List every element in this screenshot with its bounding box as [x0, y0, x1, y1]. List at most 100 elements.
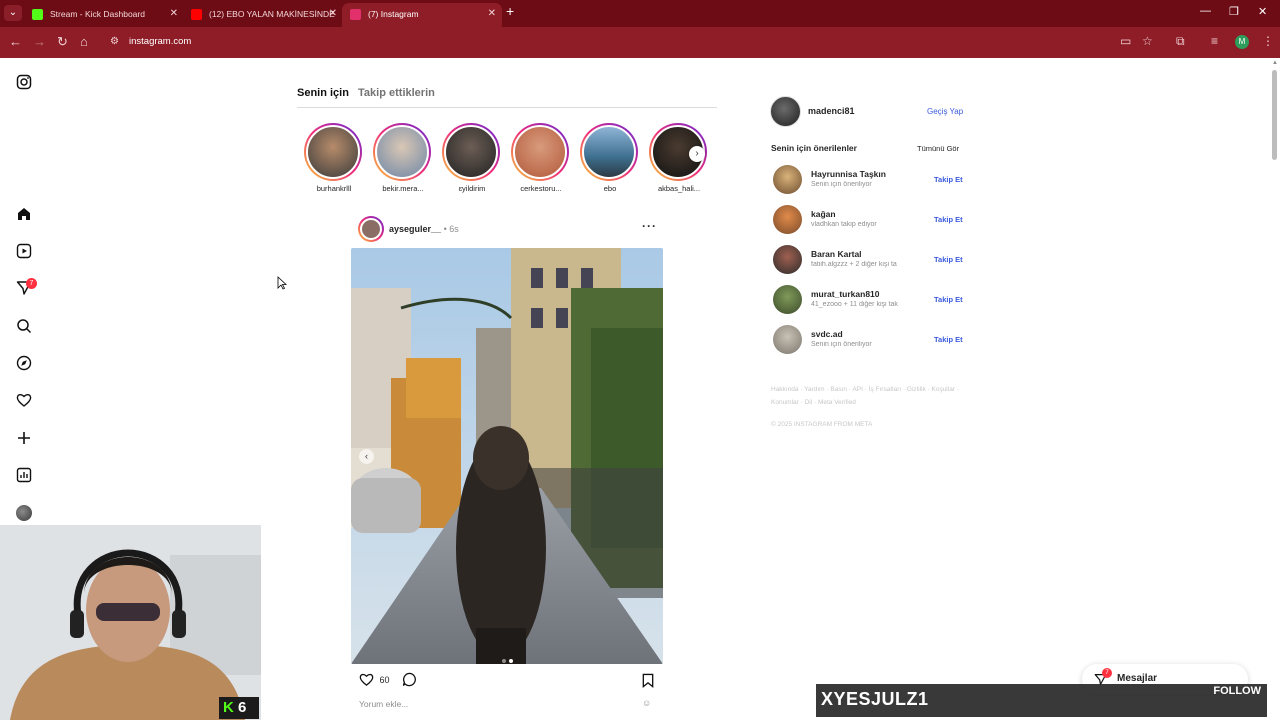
- save-bookmark-icon[interactable]: [641, 673, 655, 688]
- post-header: ayseguler__ • 6s: [389, 224, 459, 234]
- tab-for-you[interactable]: Senin için: [297, 87, 349, 99]
- post-username[interactable]: ayseguler__: [389, 224, 441, 234]
- tab-youtube[interactable]: (12) EBO YALAN MAKİNESİNDE ✕: [183, 3, 343, 27]
- reload-icon[interactable]: ↻: [57, 34, 68, 50]
- viewer-count: 6: [238, 699, 247, 716]
- chevron-left-icon[interactable]: ‹: [359, 449, 374, 464]
- forward-icon[interactable]: →: [33, 34, 46, 49]
- story-username: ɛyildirim: [458, 184, 486, 193]
- suggestion-item: svdc.ad Senin için öneriliyor Takip Et: [773, 325, 968, 355]
- copyright: © 2025 INSTAGRAM FROM META: [771, 421, 873, 428]
- suggestion-name[interactable]: svdc.ad: [811, 329, 843, 339]
- tab-title: Stream - Kick Dashboard: [50, 9, 145, 19]
- menu-kebab-icon[interactable]: ⋮: [1262, 34, 1274, 48]
- like-heart-icon[interactable]: [359, 672, 374, 687]
- close-tab-icon[interactable]: ✕: [488, 3, 496, 25]
- follow-button[interactable]: Takip Et: [934, 255, 963, 264]
- more-options-icon[interactable]: ···: [642, 219, 657, 233]
- scrollbar-thumb[interactable]: [1272, 70, 1277, 160]
- tab-instagram[interactable]: (7) Instagram ✕: [342, 3, 502, 27]
- explore-icon[interactable]: [16, 355, 32, 371]
- avatar[interactable]: [773, 165, 802, 194]
- suggestion-item: Hayrunnisa Taşkın Senin için öneriliyor …: [773, 165, 968, 195]
- see-all-link[interactable]: Tümünü Gör: [917, 144, 959, 153]
- feed-tabs: Senin için Takip ettiklerin: [297, 87, 441, 99]
- chevron-right-icon[interactable]: ›: [689, 146, 705, 162]
- media-control-icon[interactable]: ≡: [1211, 34, 1218, 48]
- url-input[interactable]: instagram.com: [129, 36, 191, 47]
- story-username: ebo: [603, 184, 617, 193]
- avatar[interactable]: [773, 245, 802, 274]
- suggestion-name[interactable]: kağan: [811, 209, 836, 219]
- address-bar: ← → ↻ ⌂ ⚙ instagram.com ▭ ☆ ⧉ ≡ M ⋮: [0, 27, 1280, 58]
- avatar[interactable]: [773, 325, 802, 354]
- story-item[interactable]: cerkestoru...: [511, 123, 571, 193]
- youtube-favicon-icon: [191, 9, 202, 20]
- story-item[interactable]: ɛyildirim: [442, 123, 502, 193]
- reels-icon[interactable]: [16, 243, 32, 259]
- back-icon[interactable]: ←: [9, 34, 22, 49]
- close-window-icon[interactable]: ✕: [1258, 5, 1267, 18]
- story-username: bekir.mera...: [382, 184, 424, 193]
- current-user-avatar[interactable]: [770, 96, 801, 127]
- scroll-up-icon[interactable]: ▲: [1272, 60, 1278, 66]
- restore-icon[interactable]: ❐: [1229, 5, 1239, 18]
- install-app-icon[interactable]: ▭: [1120, 34, 1131, 48]
- current-username[interactable]: madenci81: [808, 106, 855, 116]
- tab-following[interactable]: Takip ettiklerin: [358, 87, 435, 99]
- story-item[interactable]: bekir.mera...: [373, 123, 433, 193]
- close-tab-icon[interactable]: ✕: [170, 3, 178, 25]
- post-actions: 60: [359, 672, 417, 687]
- suggestions-title: Senin için önerilenler: [771, 143, 857, 153]
- tab-search-button[interactable]: ⌄: [4, 5, 22, 21]
- suggestion-name[interactable]: murat_turkan810: [811, 289, 880, 299]
- extensions-icon[interactable]: ⧉: [1176, 34, 1185, 49]
- home-icon[interactable]: [16, 206, 32, 222]
- kick-favicon-icon: [32, 9, 43, 20]
- emoji-icon[interactable]: ☺: [642, 698, 651, 708]
- search-icon[interactable]: [16, 318, 32, 334]
- story-item[interactable]: burhankrlll: [304, 123, 364, 193]
- minimize-icon[interactable]: —: [1200, 5, 1211, 17]
- switch-account-link[interactable]: Geçiş Yap: [927, 107, 963, 116]
- tab-kick-dashboard[interactable]: Stream - Kick Dashboard ✕: [24, 3, 184, 27]
- suggestion-subtitle: fatiih.algzzz + 2 diğer kişi ta: [811, 261, 897, 268]
- post-author-avatar[interactable]: [358, 216, 384, 242]
- follow-button[interactable]: Takip Et: [934, 175, 963, 184]
- comment-icon[interactable]: [402, 672, 417, 687]
- story-item[interactable]: ebo: [580, 123, 640, 193]
- close-tab-icon[interactable]: ✕: [329, 3, 337, 25]
- story-username: akbas_hali...: [657, 184, 701, 193]
- suggestion-name[interactable]: Hayrunnisa Taşkın: [811, 169, 886, 179]
- suggestion-name[interactable]: Baran Kartal: [811, 249, 862, 259]
- new-tab-icon[interactable]: +: [506, 3, 514, 19]
- comment-input[interactable]: Yorum ekle...: [359, 699, 408, 709]
- follow-button[interactable]: Takip Et: [934, 295, 963, 304]
- post-time[interactable]: 6s: [449, 224, 459, 234]
- bookmark-star-icon[interactable]: ☆: [1142, 34, 1153, 48]
- follower-alert: XYESJULZ1 FOLLOW: [816, 684, 1267, 717]
- profile-avatar[interactable]: M: [1235, 35, 1249, 49]
- footer-links[interactable]: Hakkında · Yardım · Basın · API · İş Fır…: [771, 383, 966, 409]
- dashboard-icon[interactable]: [16, 467, 32, 483]
- carousel-dots: [502, 650, 516, 668]
- like-count[interactable]: 60: [380, 675, 390, 685]
- tab-title: (7) Instagram: [368, 9, 419, 19]
- story-username: burhankrlll: [316, 184, 352, 193]
- kick-viewer-badge: K 6: [219, 697, 259, 719]
- follow-button[interactable]: Takip Et: [934, 215, 963, 224]
- suggestion-subtitle: Senin için öneriliyor: [811, 181, 872, 188]
- instagram-icon[interactable]: [16, 74, 32, 90]
- separator-dot: •: [443, 224, 447, 234]
- heart-icon[interactable]: [16, 392, 32, 408]
- home-page-icon[interactable]: ⌂: [80, 34, 88, 49]
- avatar[interactable]: [773, 285, 802, 314]
- follow-button[interactable]: Takip Et: [934, 335, 963, 344]
- create-icon[interactable]: [16, 430, 32, 446]
- avatar[interactable]: [773, 205, 802, 234]
- post-image[interactable]: [351, 248, 663, 664]
- suggestion-subtitle: Senin için öneriliyor: [811, 341, 872, 348]
- site-info-icon[interactable]: ⚙: [110, 36, 119, 47]
- messages-badge: 7: [1102, 668, 1112, 678]
- profile-avatar-sidebar[interactable]: [16, 505, 32, 521]
